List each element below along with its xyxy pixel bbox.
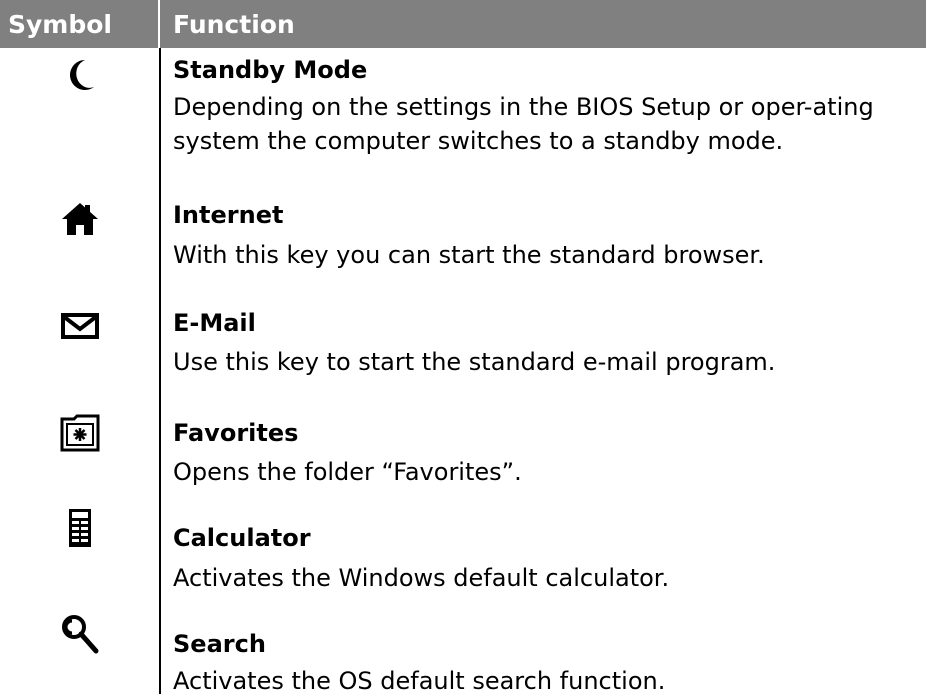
column-header-symbol: Symbol: [8, 10, 112, 39]
function-title: Favorites: [173, 419, 299, 447]
function-description: Activates the Windows default calculator…: [173, 564, 670, 592]
function-title: E-Mail: [173, 309, 256, 337]
function-title: Search: [173, 630, 266, 658]
home-icon: [0, 203, 159, 235]
table-header: Symbol Function: [0, 0, 926, 48]
function-description: Opens the folder “Favorites”.: [173, 458, 522, 486]
mail-icon: [0, 313, 159, 339]
function-title: Calculator: [173, 524, 311, 552]
function-description: Use this key to start the standard e-mai…: [173, 348, 776, 376]
column-divider: [159, 48, 161, 694]
function-description: Activates the OS default search function…: [173, 667, 666, 695]
function-description: Depending on the settings in the BIOS Se…: [173, 93, 874, 155]
column-header-function: Function: [173, 10, 295, 39]
search-icon: [0, 614, 159, 654]
favorites-folder-icon: [0, 414, 159, 452]
function-title: Internet: [173, 201, 284, 229]
calculator-icon: [0, 508, 159, 548]
function-title: Standby Mode: [173, 56, 368, 84]
moon-icon: [0, 58, 159, 92]
function-description: With this key you can start the standard…: [173, 241, 765, 269]
header-divider: [158, 0, 160, 48]
